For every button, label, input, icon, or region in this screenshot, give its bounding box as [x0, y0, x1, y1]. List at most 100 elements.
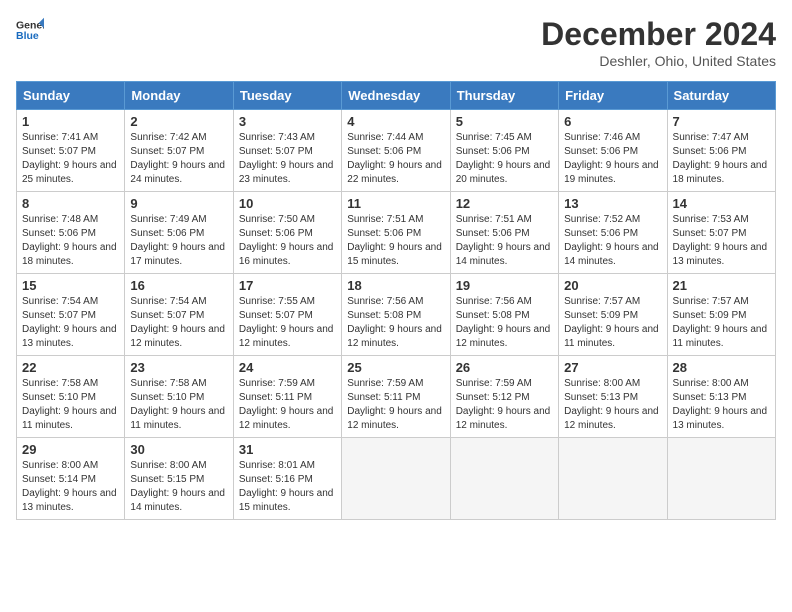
day-number: 6 — [564, 114, 661, 129]
day-number: 2 — [130, 114, 227, 129]
day-info: Sunrise: 7:58 AMSunset: 5:10 PMDaylight:… — [22, 377, 119, 433]
page-header: General Blue December 2024 Deshler, Ohio… — [16, 16, 776, 69]
calendar-day-16: 16 Sunrise: 7:54 AMSunset: 5:07 PMDaylig… — [125, 274, 233, 356]
day-number: 23 — [130, 360, 227, 375]
day-number: 10 — [239, 196, 336, 211]
day-info: Sunrise: 8:00 AMSunset: 5:14 PMDaylight:… — [22, 459, 119, 515]
day-info: Sunrise: 7:44 AMSunset: 5:06 PMDaylight:… — [347, 131, 444, 187]
calendar-week-4: 22 Sunrise: 7:58 AMSunset: 5:10 PMDaylig… — [17, 356, 776, 438]
calendar-empty — [450, 438, 558, 520]
day-number: 3 — [239, 114, 336, 129]
day-number: 27 — [564, 360, 661, 375]
day-info: Sunrise: 7:52 AMSunset: 5:06 PMDaylight:… — [564, 213, 661, 269]
calendar-day-6: 6 Sunrise: 7:46 AMSunset: 5:06 PMDayligh… — [559, 110, 667, 192]
calendar-week-5: 29 Sunrise: 8:00 AMSunset: 5:14 PMDaylig… — [17, 438, 776, 520]
location-subtitle: Deshler, Ohio, United States — [541, 53, 776, 69]
calendar-empty — [559, 438, 667, 520]
day-info: Sunrise: 7:49 AMSunset: 5:06 PMDaylight:… — [130, 213, 227, 269]
calendar-table: SundayMondayTuesdayWednesdayThursdayFrid… — [16, 81, 776, 520]
calendar-header-thursday: Thursday — [450, 82, 558, 110]
day-info: Sunrise: 7:57 AMSunset: 5:09 PMDaylight:… — [673, 295, 770, 351]
calendar-header-monday: Monday — [125, 82, 233, 110]
day-number: 24 — [239, 360, 336, 375]
day-info: Sunrise: 7:57 AMSunset: 5:09 PMDaylight:… — [564, 295, 661, 351]
calendar-day-7: 7 Sunrise: 7:47 AMSunset: 5:06 PMDayligh… — [667, 110, 775, 192]
month-title: December 2024 — [541, 16, 776, 53]
day-number: 9 — [130, 196, 227, 211]
day-number: 5 — [456, 114, 553, 129]
calendar-header-friday: Friday — [559, 82, 667, 110]
day-info: Sunrise: 8:00 AMSunset: 5:13 PMDaylight:… — [673, 377, 770, 433]
day-number: 18 — [347, 278, 444, 293]
calendar-day-23: 23 Sunrise: 7:58 AMSunset: 5:10 PMDaylig… — [125, 356, 233, 438]
day-number: 21 — [673, 278, 770, 293]
calendar-week-1: 1 Sunrise: 7:41 AMSunset: 5:07 PMDayligh… — [17, 110, 776, 192]
calendar-day-1: 1 Sunrise: 7:41 AMSunset: 5:07 PMDayligh… — [17, 110, 125, 192]
day-info: Sunrise: 7:56 AMSunset: 5:08 PMDaylight:… — [347, 295, 444, 351]
svg-text:Blue: Blue — [16, 30, 39, 42]
calendar-empty — [667, 438, 775, 520]
calendar-day-4: 4 Sunrise: 7:44 AMSunset: 5:06 PMDayligh… — [342, 110, 450, 192]
day-number: 19 — [456, 278, 553, 293]
day-info: Sunrise: 7:58 AMSunset: 5:10 PMDaylight:… — [130, 377, 227, 433]
day-number: 31 — [239, 442, 336, 457]
day-number: 30 — [130, 442, 227, 457]
calendar-day-3: 3 Sunrise: 7:43 AMSunset: 5:07 PMDayligh… — [233, 110, 341, 192]
calendar-day-10: 10 Sunrise: 7:50 AMSunset: 5:06 PMDaylig… — [233, 192, 341, 274]
day-number: 12 — [456, 196, 553, 211]
calendar-day-15: 15 Sunrise: 7:54 AMSunset: 5:07 PMDaylig… — [17, 274, 125, 356]
day-info: Sunrise: 7:59 AMSunset: 5:11 PMDaylight:… — [347, 377, 444, 433]
calendar-day-26: 26 Sunrise: 7:59 AMSunset: 5:12 PMDaylig… — [450, 356, 558, 438]
day-number: 17 — [239, 278, 336, 293]
logo-icon: General Blue — [16, 16, 44, 44]
day-info: Sunrise: 7:51 AMSunset: 5:06 PMDaylight:… — [347, 213, 444, 269]
calendar-day-5: 5 Sunrise: 7:45 AMSunset: 5:06 PMDayligh… — [450, 110, 558, 192]
calendar-day-20: 20 Sunrise: 7:57 AMSunset: 5:09 PMDaylig… — [559, 274, 667, 356]
day-info: Sunrise: 8:00 AMSunset: 5:15 PMDaylight:… — [130, 459, 227, 515]
calendar-day-12: 12 Sunrise: 7:51 AMSunset: 5:06 PMDaylig… — [450, 192, 558, 274]
calendar-day-18: 18 Sunrise: 7:56 AMSunset: 5:08 PMDaylig… — [342, 274, 450, 356]
day-info: Sunrise: 7:48 AMSunset: 5:06 PMDaylight:… — [22, 213, 119, 269]
calendar-day-17: 17 Sunrise: 7:55 AMSunset: 5:07 PMDaylig… — [233, 274, 341, 356]
day-number: 29 — [22, 442, 119, 457]
day-info: Sunrise: 7:42 AMSunset: 5:07 PMDaylight:… — [130, 131, 227, 187]
day-number: 15 — [22, 278, 119, 293]
calendar-day-19: 19 Sunrise: 7:56 AMSunset: 5:08 PMDaylig… — [450, 274, 558, 356]
calendar-day-30: 30 Sunrise: 8:00 AMSunset: 5:15 PMDaylig… — [125, 438, 233, 520]
day-info: Sunrise: 7:43 AMSunset: 5:07 PMDaylight:… — [239, 131, 336, 187]
day-number: 16 — [130, 278, 227, 293]
day-number: 25 — [347, 360, 444, 375]
calendar-week-2: 8 Sunrise: 7:48 AMSunset: 5:06 PMDayligh… — [17, 192, 776, 274]
calendar-day-31: 31 Sunrise: 8:01 AMSunset: 5:16 PMDaylig… — [233, 438, 341, 520]
calendar-header-sunday: Sunday — [17, 82, 125, 110]
day-number: 13 — [564, 196, 661, 211]
calendar-header-saturday: Saturday — [667, 82, 775, 110]
day-info: Sunrise: 7:54 AMSunset: 5:07 PMDaylight:… — [130, 295, 227, 351]
calendar-day-13: 13 Sunrise: 7:52 AMSunset: 5:06 PMDaylig… — [559, 192, 667, 274]
day-info: Sunrise: 7:54 AMSunset: 5:07 PMDaylight:… — [22, 295, 119, 351]
calendar-day-11: 11 Sunrise: 7:51 AMSunset: 5:06 PMDaylig… — [342, 192, 450, 274]
day-number: 8 — [22, 196, 119, 211]
day-info: Sunrise: 7:59 AMSunset: 5:11 PMDaylight:… — [239, 377, 336, 433]
day-number: 26 — [456, 360, 553, 375]
day-info: Sunrise: 7:46 AMSunset: 5:06 PMDaylight:… — [564, 131, 661, 187]
day-number: 28 — [673, 360, 770, 375]
day-number: 22 — [22, 360, 119, 375]
calendar-day-2: 2 Sunrise: 7:42 AMSunset: 5:07 PMDayligh… — [125, 110, 233, 192]
day-info: Sunrise: 8:01 AMSunset: 5:16 PMDaylight:… — [239, 459, 336, 515]
day-info: Sunrise: 7:50 AMSunset: 5:06 PMDaylight:… — [239, 213, 336, 269]
day-info: Sunrise: 7:55 AMSunset: 5:07 PMDaylight:… — [239, 295, 336, 351]
calendar-header-wednesday: Wednesday — [342, 82, 450, 110]
calendar-day-25: 25 Sunrise: 7:59 AMSunset: 5:11 PMDaylig… — [342, 356, 450, 438]
calendar-day-8: 8 Sunrise: 7:48 AMSunset: 5:06 PMDayligh… — [17, 192, 125, 274]
day-number: 1 — [22, 114, 119, 129]
calendar-day-9: 9 Sunrise: 7:49 AMSunset: 5:06 PMDayligh… — [125, 192, 233, 274]
calendar-day-28: 28 Sunrise: 8:00 AMSunset: 5:13 PMDaylig… — [667, 356, 775, 438]
day-info: Sunrise: 7:53 AMSunset: 5:07 PMDaylight:… — [673, 213, 770, 269]
logo: General Blue — [16, 16, 44, 44]
day-number: 7 — [673, 114, 770, 129]
title-block: December 2024 Deshler, Ohio, United Stat… — [541, 16, 776, 69]
day-info: Sunrise: 7:45 AMSunset: 5:06 PMDaylight:… — [456, 131, 553, 187]
calendar-header-row: SundayMondayTuesdayWednesdayThursdayFrid… — [17, 82, 776, 110]
day-number: 20 — [564, 278, 661, 293]
